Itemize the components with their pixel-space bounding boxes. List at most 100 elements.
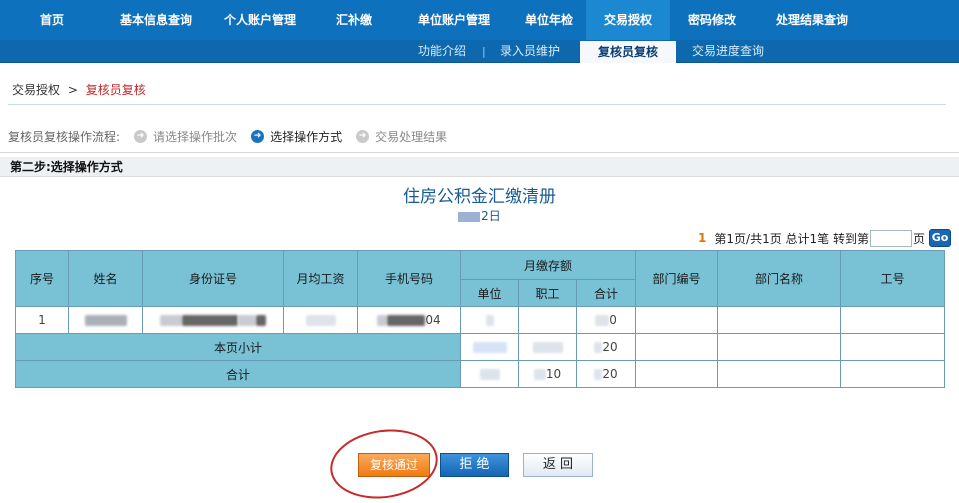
flow-step-label: 交易处理结果 <box>375 130 448 144</box>
current-page-number[interactable]: 1 <box>698 231 706 245</box>
redacted-total <box>595 315 610 326</box>
col-header-phone: 手机号码 <box>357 250 461 307</box>
col-header-job-number: 工号 <box>840 250 946 307</box>
cell-avg-salary <box>283 306 358 334</box>
remittance-table: 序号 姓名 身份证号 月均工资 手机号码 月缴存额 部门编号 部门名称 工号 单… <box>15 250 946 388</box>
divider <box>0 152 959 153</box>
nav-item-unit-account[interactable]: 单位账户管理 <box>396 0 512 40</box>
employee-suffix: 10 <box>545 367 562 381</box>
cell-dept-code <box>635 306 719 334</box>
redacted-id <box>238 315 256 326</box>
pager-unit: 页 <box>912 231 925 246</box>
col-header-avg-salary: 月均工资 <box>283 250 358 307</box>
cell-dept-name <box>717 306 842 334</box>
pager: 1 第1页/共1页 总计1笔 转到第 页 Go <box>698 229 951 247</box>
redacted-phone <box>387 315 426 326</box>
cell-employee <box>518 306 577 334</box>
nav-item-transaction-auth[interactable]: 交易授权 <box>586 0 670 40</box>
redacted-phone <box>377 315 388 326</box>
subtotal-job-number <box>840 333 946 361</box>
total-suffix: 0 <box>609 313 617 327</box>
reject-button[interactable]: 拒 绝 <box>440 453 509 477</box>
back-button[interactable]: 返 回 <box>523 453 593 477</box>
grand-total-dept-code <box>635 360 719 388</box>
col-header-seq: 序号 <box>15 250 69 307</box>
col-header-dept-name: 部门名称 <box>717 250 842 307</box>
nav-item-password-change[interactable]: 密码修改 <box>670 0 754 40</box>
nav-item-personal-account[interactable]: 个人账户管理 <box>208 0 312 40</box>
redacted-date <box>458 211 481 222</box>
cell-total: 0 <box>575 306 637 334</box>
redacted-name <box>84 315 127 326</box>
cell-id-number <box>142 306 284 334</box>
subnav-item-reviewer-review[interactable]: 复核员复核 <box>580 41 676 63</box>
subnav-item-progress-query[interactable]: 交易进度查询 <box>682 40 774 63</box>
go-button[interactable]: Go <box>929 229 951 247</box>
flow-step-label: 请选择操作批次 <box>153 130 238 144</box>
redacted-employee-amount <box>532 342 563 353</box>
col-header-unit: 单位 <box>460 279 519 307</box>
breadcrumb-separator: > <box>67 83 78 97</box>
cell-seq: 1 <box>15 306 69 334</box>
subtotal-total: 20 <box>575 333 637 361</box>
cell-name <box>68 306 143 334</box>
flow-step-select-method: ➜ 选择操作方式 <box>251 128 342 145</box>
grand-total-label: 合计 <box>15 360 461 388</box>
goto-page-input[interactable] <box>869 229 912 247</box>
subtotal-row: 本页小计 20 <box>15 333 946 361</box>
approve-review-button[interactable]: 复核通过 <box>358 453 430 477</box>
nav-item-unit-annual-check[interactable]: 单位年检 <box>512 0 586 40</box>
redacted-unit-amount <box>485 315 494 326</box>
subtotal-label: 本页小计 <box>15 333 461 361</box>
table-row: 1 04 0 <box>15 306 946 334</box>
grand-total-job-number <box>840 360 946 388</box>
cell-unit <box>460 306 519 334</box>
breadcrumb-parent[interactable]: 交易授权 <box>12 83 60 97</box>
redacted-unit-amount <box>479 369 500 380</box>
phone-suffix: 04 <box>425 313 441 327</box>
redacted-total <box>594 342 603 353</box>
total-suffix: 20 <box>602 340 618 354</box>
subnav-item-intro[interactable]: 功能介绍 <box>406 40 478 63</box>
step-title: 第二步:选择操作方式 <box>0 157 959 177</box>
pager-summary: 第1页/共1页 总计1笔 转到第 <box>714 231 869 246</box>
cell-phone: 04 <box>357 306 461 334</box>
nav-item-basic-info[interactable]: 基本信息查询 <box>104 0 208 40</box>
breadcrumb: 交易授权 > 复核员复核 <box>12 81 146 98</box>
col-header-id-number: 身份证号 <box>142 250 284 307</box>
report-date: 2日 <box>0 207 959 224</box>
subtotal-employee <box>518 333 577 361</box>
subtotal-unit <box>460 333 519 361</box>
flow-label: 复核员复核操作流程: <box>8 130 121 144</box>
subnav-item-entry-maintenance[interactable]: 录入员维护 <box>492 40 568 63</box>
arrow-circle-icon: ➜ <box>134 130 148 143</box>
flow-step-result: ➜ 交易处理结果 <box>356 128 447 145</box>
col-header-name: 姓名 <box>68 250 143 307</box>
redacted-employee-amount <box>533 369 546 380</box>
sub-nav: 功能介绍 | 录入员维护 复核员复核 交易进度查询 <box>0 40 959 63</box>
grand-total-dept-name <box>717 360 842 388</box>
nav-item-remittance[interactable]: 汇补缴 <box>312 0 396 40</box>
col-header-employee: 职工 <box>518 279 577 307</box>
nav-item-result-query[interactable]: 处理结果查询 <box>754 0 870 40</box>
subtotal-dept-name <box>717 333 842 361</box>
breadcrumb-current: 复核员复核 <box>85 83 146 97</box>
report-date-suffix: 2日 <box>481 209 501 223</box>
col-header-monthly-deposit: 月缴存额 <box>459 250 637 280</box>
redacted-id <box>182 315 238 326</box>
col-header-dept-code: 部门编号 <box>635 250 719 307</box>
grand-total-unit <box>460 360 519 388</box>
redacted-unit-amount <box>472 342 507 353</box>
total-suffix: 20 <box>602 367 618 381</box>
redacted-id <box>256 315 266 326</box>
divider <box>8 104 946 105</box>
table-header-row: 序号 姓名 身份证号 月均工资 手机号码 月缴存额 部门编号 部门名称 工号 <box>15 250 946 307</box>
flow-step-label: 选择操作方式 <box>270 130 343 144</box>
arrow-circle-icon: ➜ <box>356 130 370 143</box>
grand-total-employee: 10 <box>518 360 577 388</box>
nav-item-home[interactable]: 首页 <box>0 0 104 40</box>
redacted-total <box>594 369 603 380</box>
col-header-total: 合计 <box>575 279 637 307</box>
process-flow: 复核员复核操作流程: ➜ 请选择操作批次 ➜ 选择操作方式 ➜ 交易处理结果 <box>8 128 461 145</box>
subnav-separator: | <box>482 45 486 58</box>
